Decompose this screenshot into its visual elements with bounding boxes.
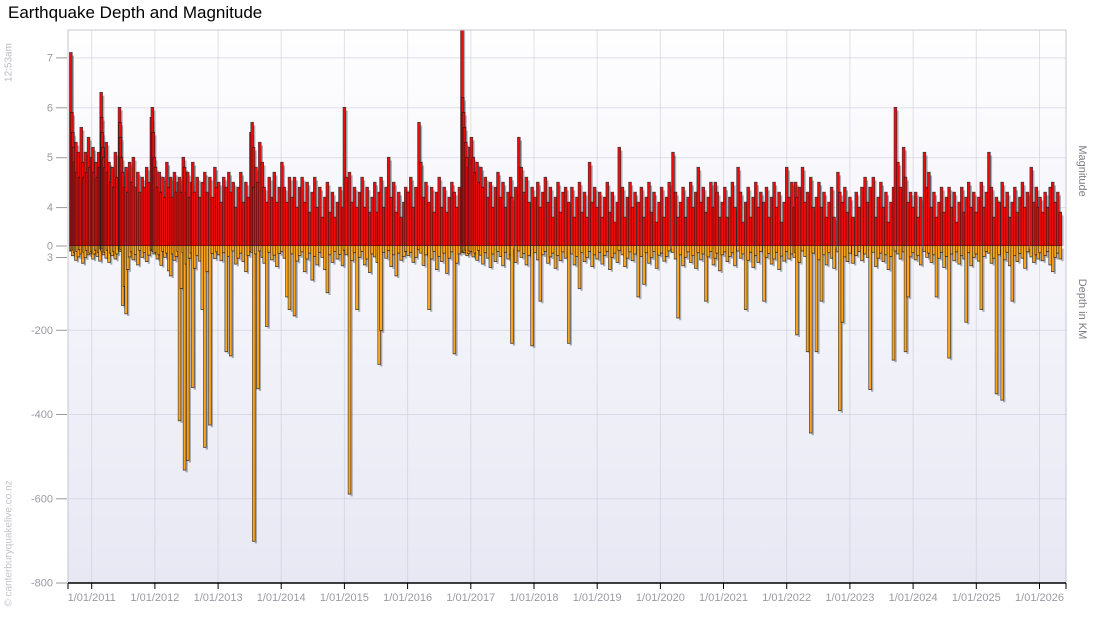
svg-text:1/01/2016: 1/01/2016 [383, 592, 432, 604]
svg-text:4: 4 [47, 202, 53, 214]
svg-text:0: 0 [47, 241, 53, 253]
x-axis: 1/01/2011 1/01/2012 1/01/2013 1/01/2014 1/01… [68, 583, 1066, 604]
svg-text:1/01/2017: 1/01/2017 [446, 592, 495, 604]
magnitude-axis-title: Magnitude [1076, 121, 1088, 221]
depth-axis-title: Depth in KM [1076, 259, 1088, 359]
earthquake-chart-page: Earthquake Depth and Magnitude 12:53am ©… [0, 0, 1100, 640]
svg-text:-800: -800 [31, 578, 53, 590]
svg-text:1/01/2026: 1/01/2026 [1015, 592, 1064, 604]
svg-text:1/01/2021: 1/01/2021 [699, 592, 748, 604]
svg-text:1/01/2012: 1/01/2012 [130, 592, 179, 604]
svg-text:1/01/2025: 1/01/2025 [952, 592, 1001, 604]
svg-text:1/01/2019: 1/01/2019 [573, 592, 622, 604]
chart-canvas: 1/01/2011 1/01/2012 1/01/2013 1/01/2014 1/01… [0, 0, 1100, 640]
svg-text:1/01/2015: 1/01/2015 [320, 592, 369, 604]
chart-plot-area[interactable]: 1/01/2011 1/01/2012 1/01/2013 1/01/2014 1/01… [0, 0, 1100, 640]
svg-text:3: 3 [47, 252, 53, 264]
y-axis: 7 6 5 4 30 -200 -400 -600 -800 [31, 52, 67, 589]
svg-text:-400: -400 [31, 409, 53, 421]
svg-text:1/01/2011: 1/01/2011 [68, 592, 116, 604]
svg-text:1/01/2014: 1/01/2014 [257, 592, 306, 604]
svg-text:-600: -600 [31, 493, 53, 505]
svg-text:7: 7 [47, 52, 53, 64]
svg-text:1/01/2024: 1/01/2024 [889, 592, 938, 604]
svg-text:5: 5 [47, 152, 53, 164]
svg-text:1/01/2020: 1/01/2020 [636, 592, 685, 604]
svg-text:6: 6 [47, 102, 53, 114]
svg-text:-200: -200 [31, 325, 53, 337]
svg-text:1/01/2022: 1/01/2022 [762, 592, 811, 604]
svg-text:1/01/2018: 1/01/2018 [510, 592, 559, 604]
svg-text:1/01/2023: 1/01/2023 [825, 592, 874, 604]
svg-text:1/01/2013: 1/01/2013 [194, 592, 243, 604]
